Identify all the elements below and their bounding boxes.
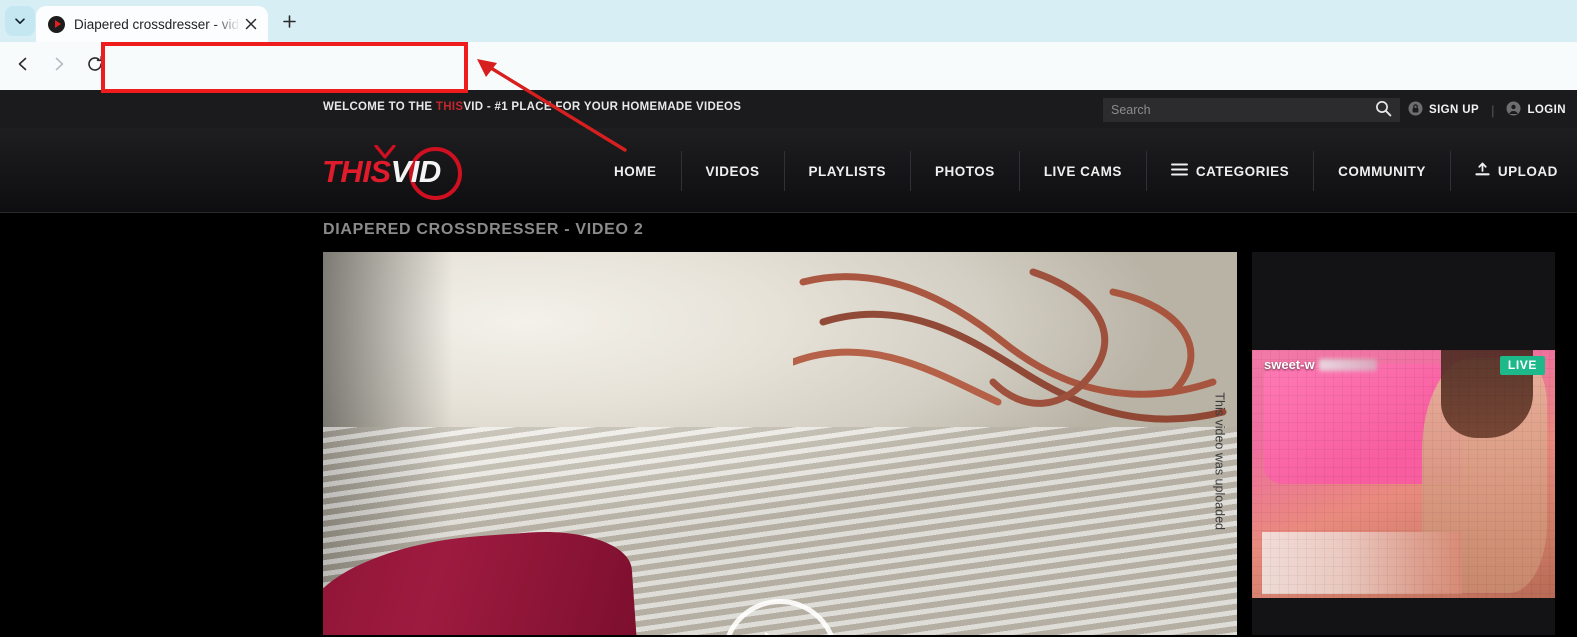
search-box[interactable] [1103,98,1400,122]
menu-item-label: PHOTOS [935,163,995,179]
menu-item-playlists[interactable]: PLAYLISTS [783,151,911,191]
video-poster-image [323,252,1237,637]
live-cam-username: sweet-w [1264,357,1377,372]
live-cam-thumbnail [1252,350,1555,598]
login-button[interactable]: LOGIN [1506,101,1566,119]
upload-icon [1475,162,1490,180]
login-label: LOGIN [1527,104,1566,116]
live-cam-sidebar: sweet-w LIVE [1252,252,1555,637]
menu-item-categories[interactable]: CATEGORIES [1145,151,1313,191]
site-navbar: THISVID HOME VIDEOS PLAYLISTS PHOTOS LIV… [0,128,1577,213]
new-tab-button[interactable] [276,11,302,37]
lock-icon [1408,101,1423,119]
browser-chrome: Diapered crossdresser - video [0,0,1577,124]
menu-item-label: COMMUNITY [1338,163,1426,179]
menu-item-home[interactable]: HOME [590,151,681,191]
reload-icon [86,55,104,78]
menu-item-label: LIVE CAMS [1043,163,1122,179]
search-icon [1375,100,1392,120]
search-input[interactable] [1103,98,1366,122]
tab-search-button[interactable] [5,6,35,36]
live-cam-username-text: sweet-w [1264,357,1315,372]
menu-item-live-cams[interactable]: LIVE CAMS [1018,151,1146,191]
auth-links: SIGN UP | LOGIN [1408,98,1566,122]
poster-hair-detail [793,268,1227,423]
menu-item-label: VIDEOS [705,163,760,179]
video-player[interactable]: This video was uploaded [323,252,1237,637]
live-badge: LIVE [1499,356,1545,375]
welcome-message: WELCOME TO THE THISVID - #1 PLACE FOR YO… [323,101,741,113]
main-menu: HOME VIDEOS PLAYLISTS PHOTOS LIVE CAMS C… [590,151,1577,191]
live-cam-card[interactable]: sweet-w LIVE [1252,350,1555,598]
back-button[interactable] [8,51,38,81]
welcome-suffix: VID - #1 PLACE FOR YOUR HOMEMADE VIDEOS [463,101,742,113]
reload-button[interactable] [80,51,110,81]
menu-item-videos[interactable]: VIDEOS [680,151,784,191]
menu-item-label: HOME [614,163,657,179]
tab-title: Diapered crossdresser - video [74,16,240,32]
signup-button[interactable]: SIGN UP [1408,101,1479,119]
blurred-text-redaction [1318,358,1377,371]
page-title: DIAPERED CROSSDRESSER - VIDEO 2 [323,221,644,238]
welcome-prefix: WELCOME TO THE [323,101,436,113]
menu-item-upload[interactable]: UPLOAD [1449,151,1577,191]
user-icon [1506,101,1521,119]
video-watermark: This video was uploaded [1213,392,1227,530]
site-logo[interactable]: THISVID [322,142,462,200]
logo-text-this: THIS [322,154,391,189]
video-play-favicon [48,15,65,33]
signup-label: SIGN UP [1429,104,1480,116]
cam-thumb-pixelation [1252,350,1555,598]
menu-item-photos[interactable]: PHOTOS [910,151,1019,191]
forward-arrow-icon [50,55,68,78]
menu-item-label: PLAYLISTS [808,163,887,179]
close-icon[interactable] [240,13,262,35]
web-page: WELCOME TO THE THISVID - #1 PLACE FOR YO… [0,90,1577,637]
menu-item-label: CATEGORIES [1195,163,1290,179]
menu-item-label: UPLOAD [1497,163,1558,179]
back-arrow-icon [14,55,32,78]
hamburger-icon [1170,163,1188,179]
browser-toolbar: thisvid.com/videos/diapered-crossdresser… [0,42,1577,124]
menu-item-community[interactable]: COMMUNITY [1313,151,1450,191]
forward-button[interactable] [44,51,74,81]
auth-separator: | [1491,102,1495,118]
plus-icon [282,14,297,34]
tab-strip: Diapered crossdresser - video [0,0,1577,42]
chevron-down-icon [13,14,27,28]
welcome-brand: THIS [435,101,464,113]
logo-text-vid: VID [390,154,442,189]
browser-tab[interactable]: Diapered crossdresser - video [36,6,268,42]
search-button[interactable] [1366,98,1400,122]
